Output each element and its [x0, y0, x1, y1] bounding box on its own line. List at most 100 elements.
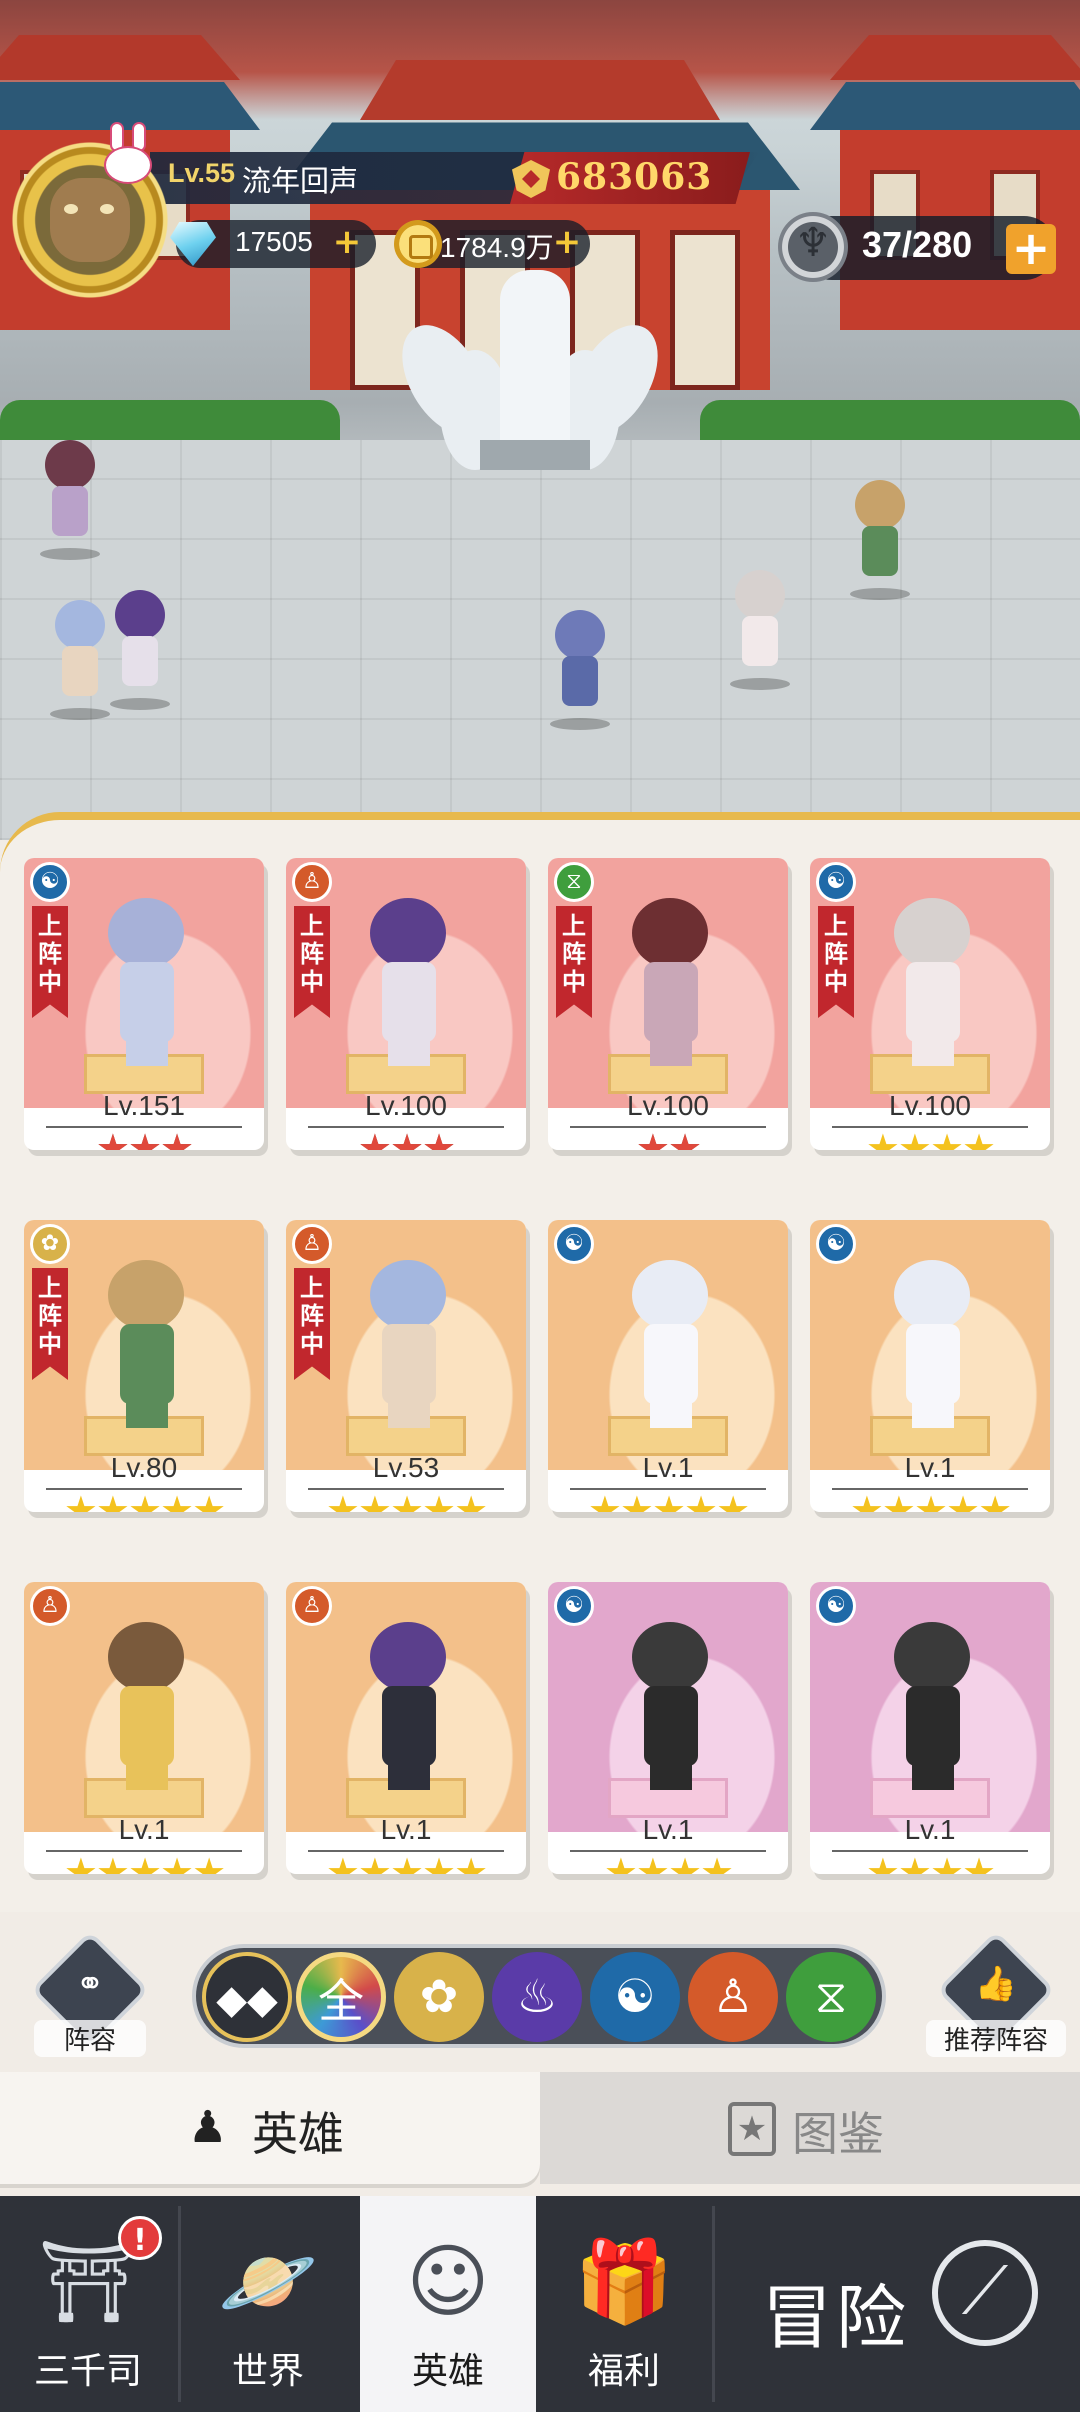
nav-hero[interactable]: ☺ 英雄 [360, 2196, 536, 2412]
flame-icon[interactable]: ♨ [492, 1952, 582, 2042]
diamond-tiles-icon[interactable]: ◆◆ [202, 1952, 292, 2042]
hero-card[interactable]: ♙ 上阵中 Lv.53 ★★★★★ [286, 1220, 526, 1512]
hero-level: Lv.151 [103, 1090, 185, 1121]
gold-value: 1784.9万 [440, 232, 554, 263]
scene-hero-3[interactable] [100, 590, 180, 710]
meditation-icon[interactable]: ♙ [688, 1952, 778, 2042]
right-pavilion [810, 30, 1080, 330]
hero-stars: ★★★ [95, 1126, 194, 1150]
hero-level: Lv.1 [118, 1814, 170, 1845]
gold-coin-icon [394, 220, 442, 268]
water-swirl-icon: ☯ [554, 1586, 594, 1626]
gem-plus-button[interactable]: + [332, 225, 362, 259]
hero-card[interactable]: ♙ 上阵中 Lv.100 ★★★ [286, 858, 526, 1150]
lotus-icon[interactable]: ✿ [394, 1952, 484, 2042]
hero-card[interactable]: ☯ Lv.1 ★★★★★ [548, 1220, 788, 1512]
hero-stars: ★★★★ [603, 1850, 734, 1874]
nav-label-sanqiansi: 三千司 [33, 2351, 142, 2392]
water-swirl-icon: ☯ [816, 1224, 856, 1264]
hero-card[interactable]: ☯ Lv.1 ★★★★★ [810, 1220, 1050, 1512]
stamina-plus-button[interactable]: + [1006, 224, 1056, 274]
nav-sanqiansi[interactable]: ⛩ ! 三千司 [0, 2196, 176, 2412]
scene-hero-5[interactable] [720, 570, 800, 690]
tab-hero-label: 英雄 [252, 2107, 344, 2161]
hero-level: Lv.100 [889, 1090, 971, 1121]
hero-level: Lv.53 [372, 1452, 440, 1483]
hero-portrait [622, 1260, 718, 1430]
gift-box-icon: 🎁 [574, 2235, 674, 2328]
stamina-value: 37/280 [862, 224, 973, 265]
water-swirl-icon[interactable]: ☯ [590, 1952, 680, 2042]
scene-hero-4[interactable] [540, 610, 620, 730]
nav-label-world: 世界 [231, 2351, 304, 2392]
hero-card[interactable]: ⧖ 上阵中 Lv.100 ★★ [548, 858, 788, 1150]
meditation-icon: ♙ [292, 862, 332, 902]
hero-level: Lv.100 [627, 1090, 709, 1121]
deployed-ribbon: 上阵中 [556, 906, 592, 1018]
lineup-button[interactable]: ⚭ 阵容 [30, 1930, 150, 2057]
lotus-icon: ✿ [30, 1224, 70, 1264]
all-label: 全 [318, 1974, 364, 2028]
hero-level: Lv.80 [110, 1452, 178, 1483]
hero-stars: ★★★★★ [63, 1850, 226, 1874]
tab-codex[interactable]: ★ 图鉴 [540, 2072, 1080, 2184]
deployed-ribbon: 上阵中 [818, 906, 854, 1018]
water-swirl-icon: ☯ [816, 1586, 856, 1626]
thumbs-up-icon: 👍 [974, 1964, 1018, 2004]
stamina-icon [778, 212, 848, 282]
hero-stars: ★★★★★ [63, 1488, 226, 1512]
hero-card[interactable]: ☯ 上阵中 Lv.151 ★★★ [24, 858, 264, 1150]
deployed-ribbon: 上阵中 [32, 1268, 68, 1380]
deployed-ribbon: 上阵中 [294, 906, 330, 1018]
tab-codex-label: 图鉴 [792, 2107, 884, 2161]
meditation-icon: ♙ [30, 1586, 70, 1626]
hero-card[interactable]: ☯ Lv.1 ★★★★ [548, 1582, 788, 1874]
hero-portrait [884, 898, 980, 1068]
hero-card[interactable]: ✿ 上阵中 Lv.80 ★★★★★ [24, 1220, 264, 1512]
nav-welfare[interactable]: 🎁 福利 [536, 2196, 712, 2412]
codex-book-icon: ★ [728, 2102, 776, 2156]
hero-portrait [884, 1260, 980, 1430]
hero-level: Lv.1 [380, 1814, 432, 1845]
nav-world[interactable]: 🪐 世界 [180, 2196, 356, 2412]
nav-divider [712, 2206, 715, 2402]
player-level: Lv.55 [168, 158, 236, 188]
hero-stars: ★★★★★ [587, 1488, 750, 1512]
hero-card[interactable]: ♙ Lv.1 ★★★★★ [24, 1582, 264, 1874]
hero-card[interactable]: ♙ Lv.1 ★★★★★ [286, 1582, 526, 1874]
hero-stars: ★★★★★ [849, 1488, 1012, 1512]
hero-level: Lv.1 [642, 1452, 694, 1483]
hero-portrait [622, 1622, 718, 1792]
hero-tab-icon: ♟ [188, 2102, 228, 2153]
fox-statue [384, 260, 676, 470]
dna-icon[interactable]: ⧖ [786, 1952, 876, 2042]
nav-label-welfare: 福利 [587, 2351, 660, 2392]
scene-hero-1[interactable] [30, 440, 110, 560]
hero-portrait [360, 1622, 456, 1792]
hero-stars: ★★★★ [865, 1126, 996, 1150]
hero-card[interactable]: ☯ Lv.1 ★★★★ [810, 1582, 1050, 1874]
courtyard-scene [0, 0, 1080, 840]
deployed-ribbon: 上阵中 [294, 1268, 330, 1380]
scene-hero-6[interactable] [840, 480, 920, 600]
meditation-icon: ♙ [292, 1586, 332, 1626]
water-swirl-icon: ☯ [816, 862, 856, 902]
hero-portrait [622, 898, 718, 1068]
hero-stars: ★★★★★ [325, 1850, 488, 1874]
bunny-pet-icon [96, 122, 160, 186]
dna-icon: ⧖ [554, 862, 594, 902]
player-name: 流年回声 [242, 164, 359, 198]
meditation-icon: ♙ [292, 1224, 332, 1264]
planet-icon: 🪐 [218, 2235, 318, 2328]
hero-stars: ★★★★ [865, 1850, 996, 1874]
hero-portrait [884, 1622, 980, 1792]
filter-all-button[interactable]: 全 [296, 1952, 386, 2042]
power-value: 683063 [556, 156, 713, 198]
water-swirl-icon: ☯ [30, 862, 70, 902]
hero-portrait [360, 898, 456, 1068]
tab-hero[interactable]: ♟ 英雄 [0, 2072, 540, 2184]
hero-card[interactable]: ☯ 上阵中 Lv.100 ★★★★ [810, 858, 1050, 1150]
recommend-lineup-button[interactable]: 👍 推荐阵容 [926, 1930, 1066, 2057]
deployed-ribbon: 上阵中 [32, 906, 68, 1018]
gold-plus-button[interactable]: + [552, 225, 582, 259]
